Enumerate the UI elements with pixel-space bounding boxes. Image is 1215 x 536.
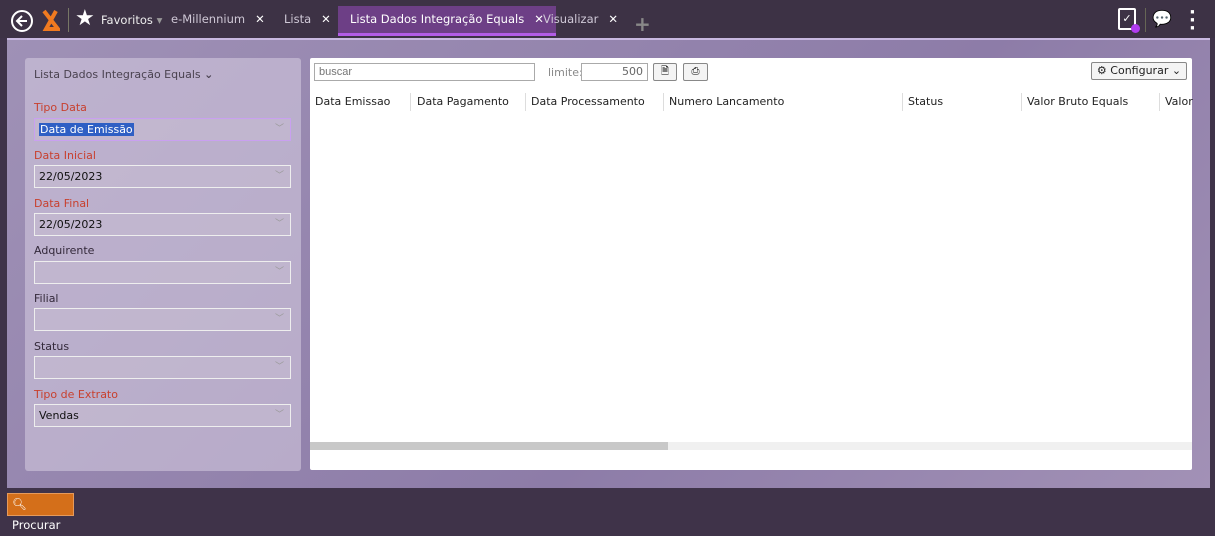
column-header[interactable]: Data Pagamento xyxy=(412,93,526,111)
print-icon: ⎙ xyxy=(691,66,700,77)
chevron-down-icon: ﹀ xyxy=(274,124,284,134)
close-icon[interactable]: ✕ xyxy=(608,12,618,26)
tipo-extrato-label: Tipo de Extrato xyxy=(34,388,118,401)
tipo-data-select[interactable]: Data de Emissão ﹀ xyxy=(34,118,291,141)
favorites-menu[interactable]: Favoritos ▾ xyxy=(101,13,162,27)
app-logo-icon xyxy=(42,9,60,31)
search-input[interactable] xyxy=(314,63,535,81)
close-icon[interactable]: ✕ xyxy=(321,12,331,26)
chat-icon[interactable]: 💬 xyxy=(1152,9,1172,28)
search-icon: 🔍︎ xyxy=(12,497,27,511)
tab-e-millennium[interactable]: e-Millennium ✕ xyxy=(171,6,265,36)
chevron-down-icon: ﹀ xyxy=(274,314,284,324)
chevron-down-icon: ﹀ xyxy=(274,171,284,181)
column-header[interactable]: Data Emissao xyxy=(310,93,411,111)
tipo-extrato-select[interactable]: Vendas ﹀ xyxy=(34,404,291,427)
column-header[interactable]: Valor Bruto Equals xyxy=(1022,93,1160,111)
export-button[interactable]: 🗎 xyxy=(653,63,677,81)
chevron-down-icon: ⌄ xyxy=(1171,64,1182,77)
data-inicial-label: Data Inicial xyxy=(34,149,96,162)
search-button[interactable]: 🔍︎ Procurar xyxy=(7,493,74,532)
print-button[interactable]: ⎙ xyxy=(683,63,708,81)
star-icon[interactable]: ★ xyxy=(75,6,95,31)
horizontal-scrollbar-thumb[interactable] xyxy=(310,442,668,450)
back-icon[interactable] xyxy=(10,9,34,33)
add-tab-icon[interactable]: + xyxy=(634,12,651,36)
tab-visualizar[interactable]: Visualizar ✕ xyxy=(543,6,618,36)
adquirente-select[interactable]: ﹀ xyxy=(34,261,291,284)
clipboard-check-icon[interactable]: ✓ xyxy=(1118,8,1140,33)
chevron-down-icon: ﹀ xyxy=(274,219,284,229)
gear-icon: ⚙ xyxy=(1096,64,1107,77)
limit-label: limite: xyxy=(548,66,583,79)
chevron-down-icon: ﹀ xyxy=(274,267,284,277)
limit-input[interactable]: 500 xyxy=(581,63,648,81)
filial-label: Filial xyxy=(34,292,59,305)
tab-lista-dados-integracao-equals[interactable]: Lista Dados Integração Equals ✕ xyxy=(338,6,556,36)
column-header[interactable]: Status xyxy=(903,93,1022,111)
filter-panel-title[interactable]: Lista Dados Integração Equals ⌄ xyxy=(34,68,213,81)
filial-select[interactable]: ﹀ xyxy=(34,308,291,331)
status-select[interactable]: ﹀ xyxy=(34,356,291,379)
data-final-label: Data Final xyxy=(34,197,90,210)
column-header[interactable]: Valor xyxy=(1160,93,1193,111)
export-file-icon: 🗎 xyxy=(660,66,670,77)
divider xyxy=(1145,8,1146,32)
column-header[interactable]: Data Processamento xyxy=(526,93,664,111)
data-inicial-field[interactable]: 22/05/2023 ﹀ xyxy=(34,165,291,188)
adquirente-label: Adquirente xyxy=(34,244,95,257)
column-header[interactable]: Numero Lancamento xyxy=(664,93,903,111)
results-grid: limite: 500 🗎 ⎙ ⚙ Configurar ⌄ Data Emis… xyxy=(310,58,1193,470)
chevron-down-icon: ﹀ xyxy=(274,362,284,372)
tipo-data-label: Tipo Data xyxy=(34,101,87,114)
chevron-down-icon: ﹀ xyxy=(274,410,284,420)
filter-panel: Lista Dados Integração Equals ⌄ Tipo Dat… xyxy=(25,58,301,471)
content-area: Lista Dados Integração Equals ⌄ Tipo Dat… xyxy=(7,38,1210,488)
more-options-icon[interactable]: · · · xyxy=(1189,4,1196,38)
configure-button[interactable]: ⚙ Configurar ⌄ xyxy=(1091,62,1187,80)
divider xyxy=(68,8,69,32)
tab-lista[interactable]: Lista ✕ xyxy=(284,6,331,36)
data-final-field[interactable]: 22/05/2023 ﹀ xyxy=(34,213,291,236)
status-label: Status xyxy=(34,340,70,353)
close-icon[interactable]: ✕ xyxy=(255,12,265,26)
top-bar: ★ Favoritos ▾ e-Millennium ✕ Lista ✕ Lista… xyxy=(0,0,1215,38)
